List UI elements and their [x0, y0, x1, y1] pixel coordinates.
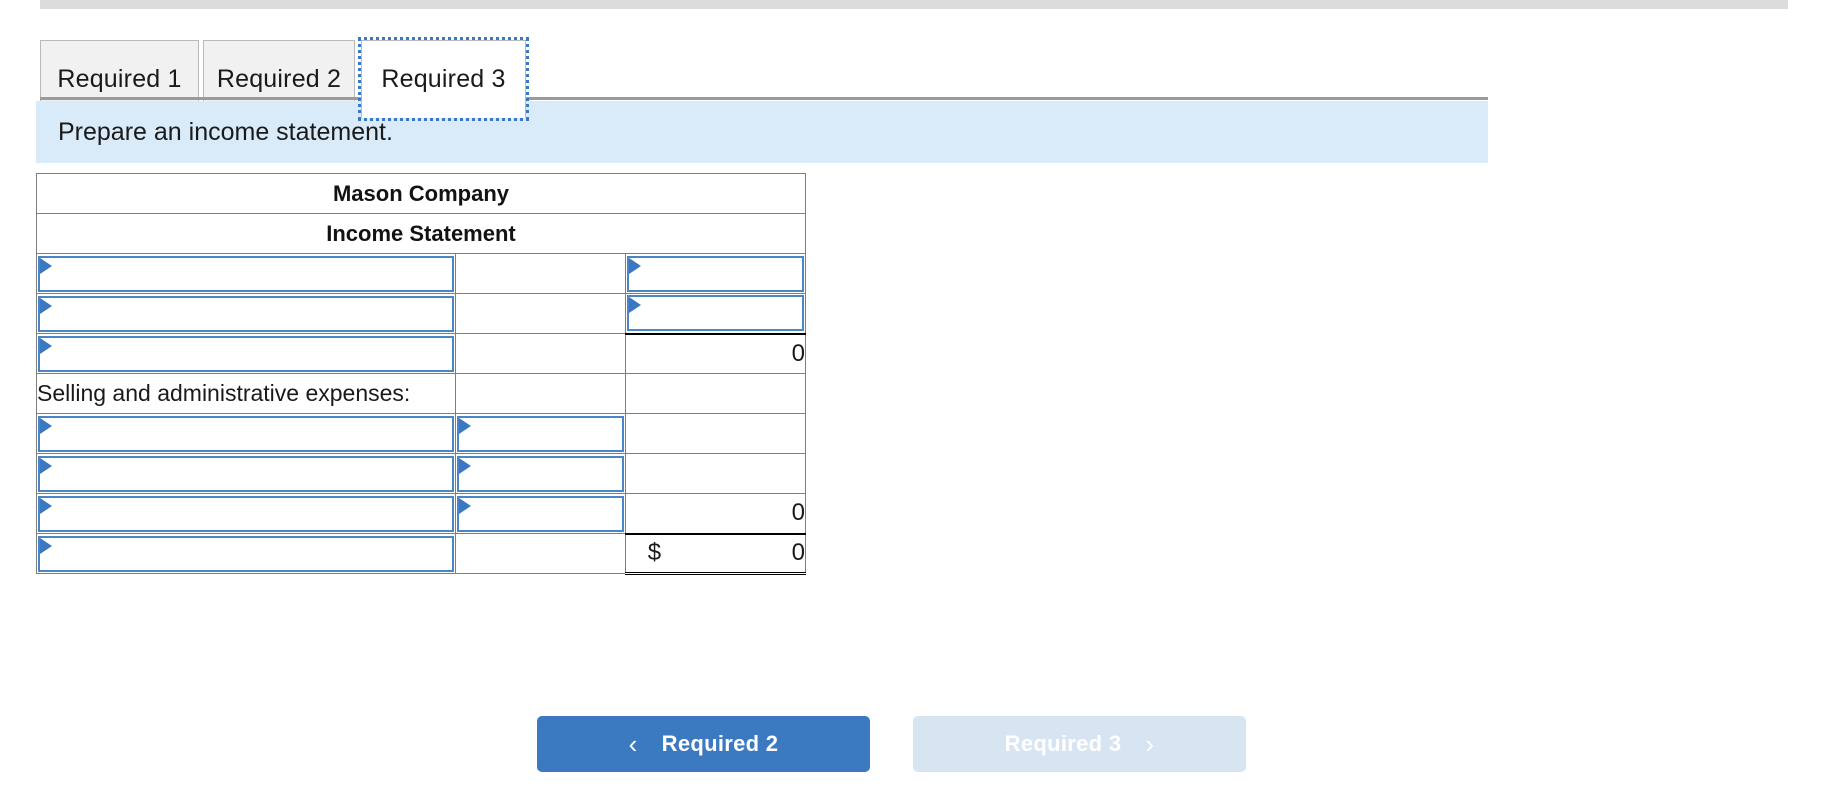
account-dropdown[interactable] [38, 455, 454, 492]
dropdown-caret-icon [458, 497, 471, 514]
row-6-label-cell[interactable] [36, 453, 456, 494]
instruction-banner: Prepare an income statement. [36, 101, 1488, 163]
currency-symbol: $ [647, 539, 662, 567]
tab-bar-underline [40, 97, 1488, 100]
worksheet-header-title: Income Statement [36, 213, 806, 254]
row-3-mid-cell[interactable] [454, 333, 626, 374]
dropdown-caret-icon [458, 457, 471, 474]
table-row [36, 453, 807, 494]
row-2-right-cell[interactable] [624, 293, 807, 334]
selling-admin-expenses-label: Selling and administrative expenses: [36, 373, 456, 414]
tab-required-2-label: Required 2 [216, 65, 342, 93]
row-5-label-cell[interactable] [36, 413, 456, 454]
table-row: Selling and administrative expenses: [36, 373, 807, 414]
row-4-right-cell[interactable] [624, 373, 807, 414]
worksheet-body: Mason Company Income Statement 0 Selling… [36, 173, 807, 575]
dropdown-caret-icon [40, 257, 52, 274]
company-name-cell: Mason Company [36, 173, 806, 214]
row-6-mid-cell[interactable] [454, 453, 626, 494]
table-row [36, 253, 807, 294]
account-dropdown[interactable] [38, 495, 454, 532]
dropdown-caret-icon [458, 417, 471, 434]
next-required-3-button: Required 3 › [913, 716, 1246, 772]
instruction-text: Prepare an income statement. [58, 117, 393, 146]
account-dropdown[interactable] [38, 335, 454, 372]
dropdown-caret-icon [40, 337, 52, 354]
top-gray-strip [40, 0, 1788, 9]
amount-dropdown[interactable] [626, 255, 804, 292]
row-8-mid-cell[interactable] [454, 533, 626, 574]
chevron-right-icon: › [1145, 729, 1155, 759]
worksheet-header-company: Mason Company [36, 173, 806, 214]
tab-required-3-label: Required 3 [381, 64, 506, 93]
dropdown-caret-icon [628, 297, 641, 314]
row-3-label-cell[interactable] [36, 333, 456, 374]
row-5-right-cell[interactable] [624, 413, 807, 454]
table-row: 0 [36, 493, 807, 534]
row-7-mid-cell[interactable] [454, 493, 626, 534]
dropdown-caret-icon [40, 457, 52, 474]
row-7-label-cell[interactable] [36, 493, 456, 534]
table-row: 0 [36, 332, 807, 374]
dropdown-caret-icon [40, 297, 52, 314]
income-statement-worksheet: Mason Company Income Statement 0 Selling… [36, 173, 807, 575]
next-button-label: Required 3 [1004, 731, 1122, 756]
account-dropdown[interactable] [38, 535, 454, 572]
row-4-mid-cell[interactable] [454, 373, 626, 414]
table-row [36, 413, 807, 454]
amount-dropdown[interactable] [456, 455, 624, 492]
dropdown-caret-icon [40, 417, 52, 434]
dropdown-caret-icon [40, 497, 52, 514]
amount-dropdown[interactable] [456, 415, 624, 452]
amount-dropdown[interactable] [456, 495, 624, 532]
row-8-label-cell[interactable] [36, 533, 456, 574]
amount-dropdown[interactable] [626, 295, 804, 332]
row-2-label-cell[interactable] [36, 293, 456, 334]
net-operating-income-total: $ 0 [624, 532, 807, 575]
row-5-mid-cell[interactable] [454, 413, 626, 454]
chevron-left-icon: ‹ [628, 729, 638, 759]
row-3-amount-value: 0 [624, 332, 807, 374]
row-1-mid-cell[interactable] [454, 253, 626, 294]
account-dropdown[interactable] [38, 415, 454, 452]
tab-bar: Required 1 Required 2 Required 3 [0, 20, 1840, 121]
tab-required-1-label: Required 1 [57, 65, 182, 93]
account-dropdown[interactable] [38, 255, 454, 292]
pagination-nav: ‹ Required 2 Required 3 › [0, 716, 1840, 776]
statement-title-cell: Income Statement [36, 213, 806, 254]
previous-required-2-button[interactable]: ‹ Required 2 [537, 716, 870, 772]
previous-button-label: Required 2 [661, 731, 779, 756]
tab-required-3[interactable]: Required 3 [358, 37, 529, 121]
row-1-right-cell[interactable] [624, 253, 807, 294]
dropdown-caret-icon [40, 537, 52, 554]
row-7-amount-value: 0 [624, 493, 807, 534]
row-1-label-cell[interactable] [36, 253, 456, 294]
table-row [36, 293, 807, 334]
row-2-mid-cell[interactable] [454, 293, 626, 334]
account-dropdown[interactable] [38, 295, 454, 332]
table-row: $ 0 [36, 532, 807, 575]
row-6-right-cell[interactable] [624, 453, 807, 494]
net-operating-income-value: 0 [791, 539, 805, 567]
dropdown-caret-icon [628, 257, 641, 274]
